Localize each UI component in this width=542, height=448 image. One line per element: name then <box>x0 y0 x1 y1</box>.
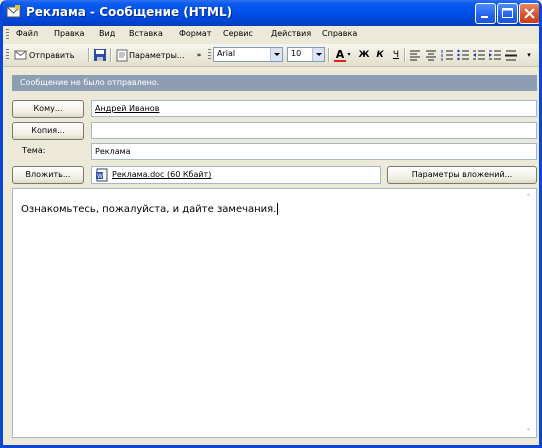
underline-icon[interactable]: Ч <box>389 48 403 62</box>
font-size-value: 10 <box>291 49 302 58</box>
cc-button[interactable]: Копия... <box>12 122 84 140</box>
bold-icon[interactable]: Ж <box>357 48 371 62</box>
word-document-icon: W <box>96 168 108 182</box>
toolbar-separator <box>404 48 406 62</box>
to-button[interactable]: Кому... <box>12 100 84 118</box>
menu-actions[interactable]: Действия <box>271 29 311 38</box>
menu-bar: Файл Правка Вид Вставка Формат Сервис Де… <box>3 26 539 44</box>
maximize-icon <box>502 8 513 18</box>
font-size-select[interactable]: 10 <box>287 47 325 62</box>
format-toolbar-grip[interactable] <box>208 49 211 61</box>
numbered-list-icon[interactable] <box>440 48 454 62</box>
menu-format[interactable]: Формат <box>179 29 211 38</box>
message-window: Реклама - Сообщение (HTML) Файл Правка В… <box>0 0 542 448</box>
menu-view[interactable]: Вид <box>99 29 115 38</box>
bullet-list-icon[interactable] <box>456 48 470 62</box>
envelope-icon <box>6 5 22 19</box>
font-color-icon[interactable]: A <box>333 48 347 62</box>
subject-label: Тема: <box>22 146 46 155</box>
body-text: Ознакомьтесь, пожалуйста, и дайте замеча… <box>21 204 277 215</box>
italic-icon[interactable]: К <box>373 48 387 62</box>
svg-text:W: W <box>97 173 103 180</box>
subject-field[interactable]: Реклама <box>91 143 537 160</box>
menu-edit[interactable]: Правка <box>54 29 84 38</box>
align-left-icon[interactable] <box>408 48 422 62</box>
menu-grip[interactable] <box>6 29 9 41</box>
toolbar-separator <box>110 48 112 62</box>
toolbar-separator <box>88 48 90 62</box>
to-recipient[interactable]: Андрей Иванов <box>95 104 159 113</box>
info-bar: Сообщение не было отправлено. <box>12 75 537 91</box>
menu-file[interactable]: Файл <box>16 29 38 38</box>
toolbar-overflow-icon[interactable]: » <box>195 48 203 62</box>
minimize-icon <box>481 16 488 18</box>
send-label: Отправить <box>29 50 75 60</box>
chevron-down-icon[interactable] <box>312 48 324 61</box>
text-caret <box>277 203 279 215</box>
menu-tools[interactable]: Сервис <box>223 29 253 38</box>
toolbar-separator <box>328 48 330 62</box>
attachment-field[interactable]: W Реклама.doc (60 Кбайт) <box>91 166 381 184</box>
attachment-name[interactable]: Реклама.doc (60 Кбайт) <box>112 167 211 183</box>
font-name-value: Arial <box>217 49 236 58</box>
save-button[interactable] <box>93 47 107 63</box>
send-button[interactable]: Отправить <box>13 47 74 63</box>
font-name-select[interactable]: Arial <box>213 47 283 62</box>
decrease-indent-icon[interactable] <box>472 48 486 62</box>
toolbar: Отправить Параметры... » Arial 10 A ▾ Ж … <box>3 44 539 67</box>
menu-insert[interactable]: Вставка <box>129 29 163 38</box>
toolbar-grip[interactable] <box>6 49 9 61</box>
message-body-editor[interactable]: Ознакомьтесь, пожалуйста, и дайте замеча… <box>12 188 537 438</box>
attachment-options-button[interactable]: Параметры вложений... <box>387 166 537 184</box>
maximize-button[interactable] <box>497 3 518 24</box>
message-body-text[interactable]: Ознакомьтесь, пожалуйста, и дайте замеча… <box>21 203 279 215</box>
align-center-icon[interactable] <box>424 48 438 62</box>
minimize-button[interactable] <box>475 3 496 24</box>
scroll-up-icon[interactable]: ⌃ <box>524 193 533 202</box>
chevron-down-icon[interactable] <box>270 48 282 61</box>
horizontal-line-icon[interactable] <box>504 48 518 62</box>
title-bar[interactable]: Реклама - Сообщение (HTML) <box>3 0 539 26</box>
options-button[interactable]: Параметры... <box>115 47 185 63</box>
scroll-down-icon[interactable]: ⌄ <box>524 424 533 433</box>
save-icon <box>94 49 106 61</box>
increase-indent-icon[interactable] <box>488 48 502 62</box>
font-color-dropdown-icon[interactable]: ▾ <box>346 48 352 62</box>
to-field[interactable]: Андрей Иванов <box>91 100 537 117</box>
send-icon <box>14 50 27 60</box>
attach-button[interactable]: Вложить... <box>12 166 84 184</box>
toolbar-overflow-icon[interactable]: ▾ <box>525 48 533 62</box>
cc-field[interactable] <box>91 122 537 139</box>
close-button[interactable] <box>519 3 539 24</box>
close-icon <box>524 8 535 19</box>
options-icon <box>116 49 128 62</box>
menu-help[interactable]: Справка <box>322 29 357 38</box>
window-title: Реклама - Сообщение (HTML) <box>26 5 233 19</box>
options-label: Параметры... <box>129 50 185 60</box>
